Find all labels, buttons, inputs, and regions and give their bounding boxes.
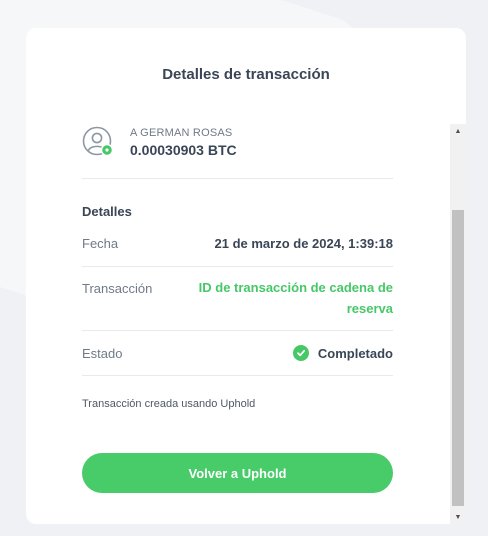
transaction-details-card: Detalles de transacción A GERMAN ROSAS 0…: [26, 28, 466, 524]
footer-note: Transacción creada usando Uphold: [82, 398, 256, 410]
user-avatar-icon: [82, 126, 114, 157]
recipient-block: A GERMAN ROSAS 0.00030903 BTC: [82, 124, 393, 180]
divider: [82, 375, 393, 376]
divider: [82, 266, 393, 267]
scrollbar-thumb[interactable]: [452, 210, 464, 506]
details-scroll-area[interactable]: A GERMAN ROSAS 0.00030903 BTC Detalles F…: [26, 124, 452, 524]
status-value: Completado: [292, 345, 393, 361]
back-to-uphold-button[interactable]: Volver a Uphold: [82, 453, 393, 493]
transaction-id-link[interactable]: ID de transacción de cadena de reserva: [163, 277, 393, 319]
vertical-scrollbar[interactable]: ▲ ▼: [450, 124, 466, 524]
status-label: Estado: [82, 346, 123, 361]
divider: [82, 330, 393, 331]
check-circle-icon: [292, 345, 309, 361]
transaction-label: Transacción: [82, 281, 153, 296]
date-value: 21 de marzo de 2024, 1:39:18: [214, 236, 394, 251]
scroll-up-arrow-icon[interactable]: ▲: [450, 124, 466, 138]
recipient-amount: 0.00030903 BTC: [130, 142, 237, 158]
status-text: Completado: [317, 345, 393, 361]
scroll-down-arrow-icon[interactable]: ▼: [450, 510, 466, 524]
details-section-title: Detalles: [82, 204, 132, 219]
date-label: Fecha: [82, 236, 119, 251]
divider: [82, 178, 393, 179]
page-title: Detalles de transacción: [162, 66, 330, 83]
recipient-name: A GERMAN ROSAS: [130, 127, 233, 139]
